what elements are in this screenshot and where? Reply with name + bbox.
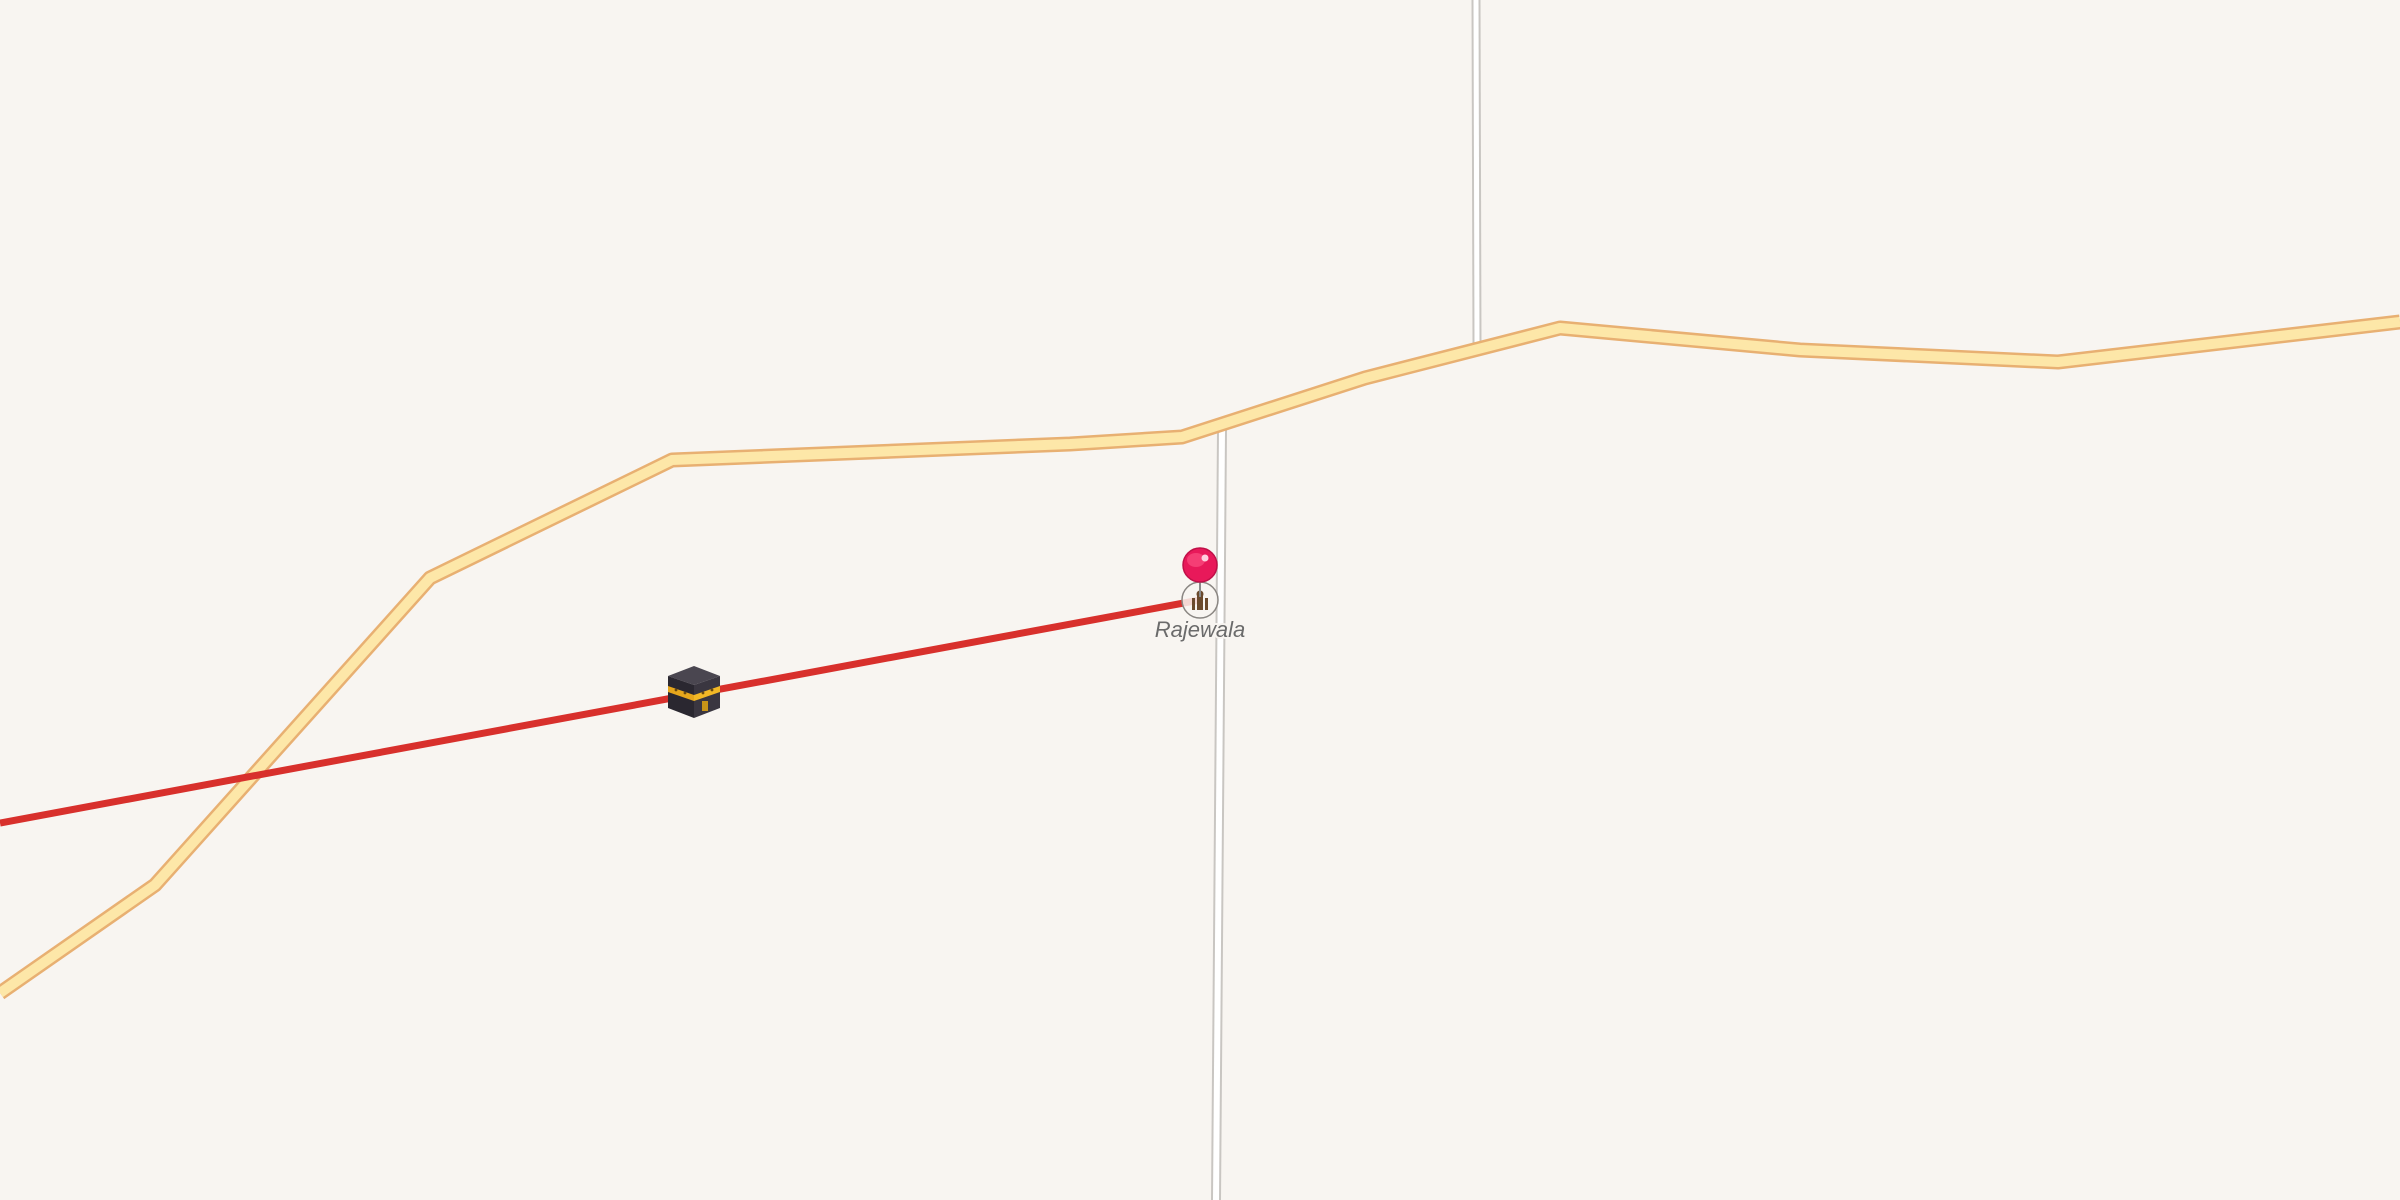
primary-road — [0, 314, 2400, 1000]
map-layer: Rajewala — [0, 0, 2400, 1200]
place-label-rajewala: Rajewala — [1155, 617, 1246, 642]
minor-road-south — [1211, 429, 1227, 1200]
minor-road-north — [1471, 0, 1482, 346]
kaaba-icon[interactable] — [668, 666, 720, 718]
qibla-direction-line — [0, 596, 1201, 827]
map-canvas[interactable]: Rajewala — [0, 0, 2400, 1200]
